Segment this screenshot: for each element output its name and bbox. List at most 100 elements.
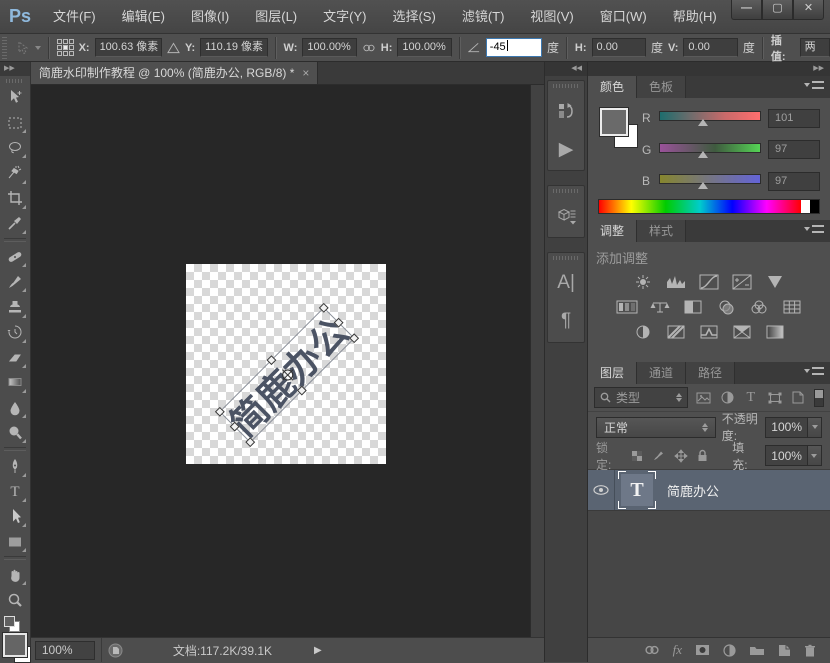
lock-paint-icon[interactable] <box>651 448 667 464</box>
quick-selection-tool[interactable] <box>2 160 28 185</box>
foreground-color-swatch[interactable] <box>1 631 28 658</box>
spectrum-white-swatch[interactable] <box>801 200 810 213</box>
status-doc-icon[interactable] <box>108 643 123 658</box>
green-slider[interactable] <box>659 142 761 158</box>
rectangle-tool[interactable] <box>2 529 28 554</box>
add-adjustment-layer-icon[interactable] <box>723 643 736 657</box>
levels-icon[interactable] <box>664 273 688 290</box>
lock-position-icon[interactable] <box>673 448 689 464</box>
paragraph-panel-icon[interactable]: ¶ <box>551 306 581 336</box>
blur-tool[interactable] <box>2 395 28 420</box>
clone-stamp-tool[interactable] <box>2 294 28 319</box>
red-value-input[interactable]: 101 <box>768 108 820 128</box>
filter-type-layers-icon[interactable]: T <box>742 389 759 407</box>
black-white-icon[interactable] <box>681 298 705 315</box>
width-scale-input[interactable]: 100.00% <box>302 38 357 57</box>
menu-window[interactable]: 窗口(W) <box>587 0 660 33</box>
link-dimensions-icon[interactable] <box>362 43 376 53</box>
add-layer-mask-icon[interactable] <box>695 644 710 656</box>
green-slider-thumb[interactable] <box>697 150 708 158</box>
document-tab[interactable]: 简鹿水印制作教程 @ 100% (简鹿办公, RGB/8) * × <box>30 62 319 84</box>
history-brush-tool[interactable] <box>2 320 28 345</box>
skew-h-input[interactable]: 0.00 <box>591 38 646 57</box>
layer-style-fx-icon[interactable]: fx <box>673 642 682 658</box>
posterize-icon[interactable] <box>664 323 688 340</box>
eraser-tool[interactable] <box>2 345 28 370</box>
gradient-map-icon[interactable] <box>730 323 754 340</box>
pen-tool[interactable] <box>2 453 28 478</box>
layer-visibility-cell[interactable] <box>588 470 615 510</box>
hue-saturation-icon[interactable] <box>615 298 639 315</box>
brightness-contrast-icon[interactable] <box>631 273 655 290</box>
red-slider-thumb[interactable] <box>697 119 708 126</box>
eyedropper-tool[interactable] <box>2 211 28 236</box>
layer-thumbnail[interactable]: T <box>617 470 657 510</box>
filter-shape-layers-icon[interactable] <box>766 389 783 407</box>
strip-collapse-button[interactable]: ◀◀ <box>545 62 587 76</box>
tab-close-icon[interactable]: × <box>302 62 309 84</box>
tab-paths[interactable]: 路径 <box>686 362 736 384</box>
healing-brush-tool[interactable] <box>2 244 28 269</box>
lock-all-icon[interactable] <box>694 448 710 464</box>
rectangular-marquee-tool[interactable] <box>2 110 28 135</box>
color-balance-icon[interactable] <box>648 298 672 315</box>
tab-adjustments[interactable]: 调整 <box>588 220 638 242</box>
menu-filter[interactable]: 滤镜(T) <box>449 0 518 33</box>
exposure-icon[interactable] <box>730 273 754 290</box>
vibrance-icon[interactable] <box>763 273 787 290</box>
document-canvas[interactable]: 简鹿办公 <box>185 264 386 464</box>
height-scale-input[interactable]: 100.00% <box>397 38 452 57</box>
move-tool[interactable] <box>2 85 28 110</box>
filter-adjustment-layers-icon[interactable] <box>719 389 736 407</box>
blend-mode-select[interactable]: 正常 <box>596 416 716 438</box>
menu-layer[interactable]: 图层(L) <box>242 0 310 33</box>
foreground-color-swatch[interactable] <box>599 107 629 137</box>
options-grip[interactable] <box>2 36 7 59</box>
history-panel-icon[interactable] <box>551 96 581 126</box>
properties-panel-icon[interactable] <box>551 201 581 231</box>
tab-channels[interactable]: 通道 <box>637 362 687 384</box>
lock-transparency-icon[interactable] <box>629 448 645 464</box>
dodge-tool[interactable] <box>2 420 28 445</box>
menu-help[interactable]: 帮助(H) <box>660 0 730 33</box>
curves-icon[interactable] <box>697 273 721 290</box>
status-menu-arrow-icon[interactable]: ▶ <box>314 645 322 656</box>
reference-point-locator[interactable] <box>56 39 74 56</box>
link-layers-icon[interactable] <box>644 645 660 655</box>
toolbar-collapse-button[interactable]: ▶▶ <box>0 62 30 76</box>
vertical-scrollbar[interactable] <box>530 85 545 637</box>
green-value-input[interactable]: 97 <box>768 140 820 159</box>
tab-styles[interactable]: 样式 <box>637 220 687 242</box>
actions-panel-icon[interactable]: ▶ <box>551 134 581 164</box>
maximize-button[interactable]: ▢ <box>762 0 793 20</box>
rotation-angle-input[interactable]: -45 <box>485 38 542 57</box>
spectrum-black-swatch[interactable] <box>810 200 819 213</box>
lasso-tool[interactable] <box>2 135 28 160</box>
new-layer-icon[interactable] <box>778 644 791 657</box>
crop-tool[interactable] <box>2 186 28 211</box>
tab-swatches[interactable]: 色板 <box>637 76 687 98</box>
panel-grip[interactable] <box>553 189 580 193</box>
gradient-tool[interactable] <box>2 370 28 395</box>
color-lookup-icon[interactable] <box>780 298 804 315</box>
interpolation-select[interactable]: 两 <box>799 38 830 57</box>
menu-type[interactable]: 文字(Y) <box>310 0 379 33</box>
channel-mixer-icon[interactable] <box>747 298 771 315</box>
invert-icon[interactable] <box>631 323 655 340</box>
menu-image[interactable]: 图像(I) <box>178 0 242 33</box>
path-selection-tool[interactable] <box>2 504 28 529</box>
layer-name[interactable]: 简鹿办公 <box>667 481 719 500</box>
panel-expand-button[interactable]: ▶▶ <box>588 62 830 76</box>
toolbar-grip[interactable] <box>5 79 24 83</box>
layer-row-selected[interactable]: T 简鹿办公 <box>588 470 830 511</box>
transform-bounding-box[interactable]: 简鹿办公 <box>214 302 359 448</box>
zoom-tool[interactable] <box>2 587 28 612</box>
delete-layer-icon[interactable] <box>804 644 816 657</box>
menu-select[interactable]: 选择(S) <box>379 0 448 33</box>
skew-v-input[interactable]: 0.00 <box>683 38 738 57</box>
panel-grip[interactable] <box>553 256 580 260</box>
spectrum-ramp[interactable] <box>599 200 801 213</box>
menu-view[interactable]: 视图(V) <box>517 0 586 33</box>
default-colors-control[interactable] <box>3 615 27 633</box>
color-spectrum-bar[interactable] <box>598 199 820 214</box>
